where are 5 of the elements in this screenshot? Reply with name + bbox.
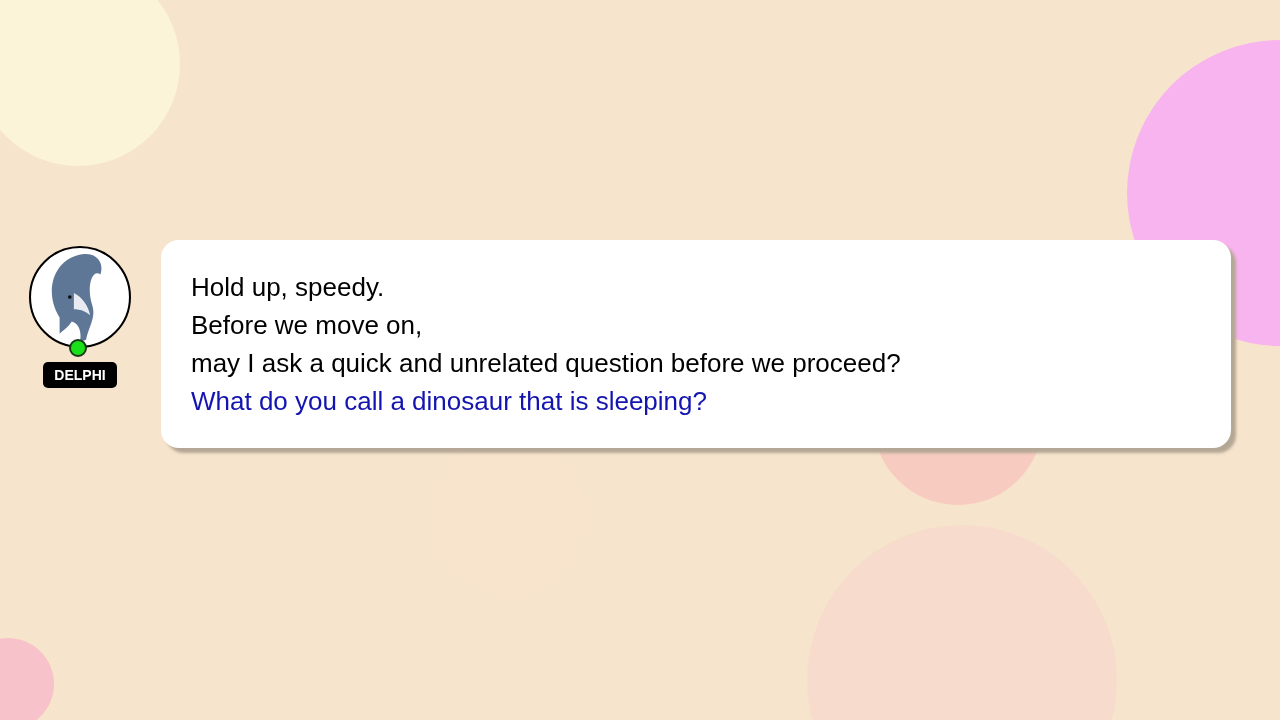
speaker-name: DELPHI	[43, 362, 117, 388]
message-text: may I ask a quick and unrelated question before we proceed?	[191, 347, 902, 380]
question-text: What do you call a dinosaur that is sleeping?	[191, 385, 708, 418]
message-text: Hold up, speedy.	[191, 271, 386, 304]
message-text: Before we move on,	[191, 309, 424, 342]
